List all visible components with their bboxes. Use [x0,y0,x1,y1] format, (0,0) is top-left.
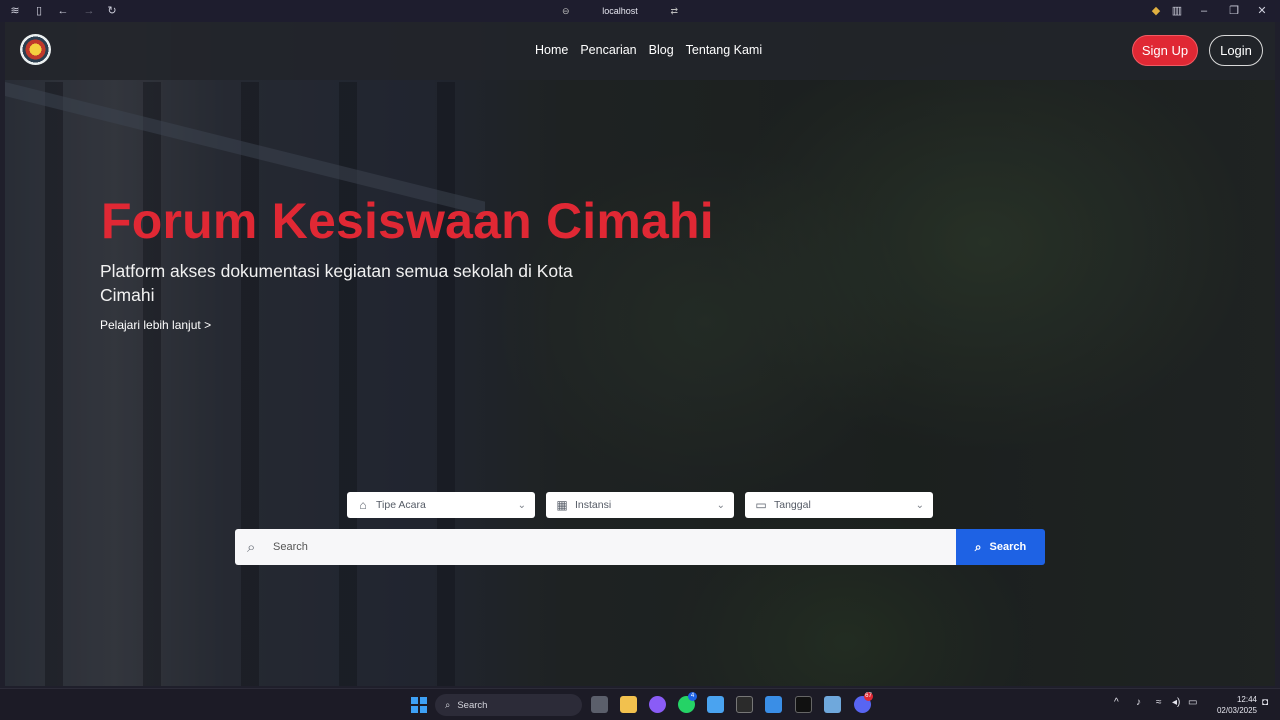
microphone-icon[interactable]: ♪ [1136,697,1141,708]
navbar: Home Pencarian Blog Tentang Kami Sign Up… [5,22,1275,80]
maximize-icon[interactable]: ❐ [1228,5,1240,17]
back-icon[interactable]: ← [57,5,69,17]
nav-link-home[interactable]: Home [535,43,568,57]
address-bar[interactable]: ⊖ localhost ⇄ [562,4,678,18]
file-explorer-icon[interactable] [620,696,637,713]
split-view-icon[interactable]: ▥ [1171,5,1183,17]
site-info-icon[interactable]: ⊖ [562,6,570,17]
building-icon: ▦ [556,498,568,512]
tab-swap-icon[interactable]: ⇄ [670,6,678,17]
chevron-down-icon: ⌄ [716,499,725,511]
app-icon[interactable] [795,696,812,713]
search-input[interactable] [273,541,933,553]
taskbar: ⌕ Search 4 67 ^ ♪ ≈ ◂) ▭ 12:44 02/03/202… [0,688,1280,720]
filter-label: Tipe Acara [376,499,426,511]
search-filters: ⌂ Tipe Acara ⌄ ▦ Instansi ⌄ ▭ Tanggal ⌄ [347,492,933,518]
nav-link-tentang-kami[interactable]: Tentang Kami [686,43,762,57]
page-viewport: Home Pencarian Blog Tentang Kami Sign Up… [5,22,1275,686]
taskbar-search-label: Search [457,699,488,711]
taskbar-search[interactable]: ⌕ Search [435,694,582,716]
filter-instansi[interactable]: ▦ Instansi ⌄ [546,492,734,518]
chevron-down-icon: ⌄ [915,499,924,511]
clock-time: 12:44 [1236,695,1257,704]
minimize-icon[interactable]: – [1198,5,1210,17]
close-icon[interactable]: ✕ [1256,5,1268,17]
notepad-icon[interactable] [707,696,724,713]
photos-icon[interactable] [765,696,782,713]
windows-start-icon[interactable] [411,697,427,713]
reload-icon[interactable]: ↻ [106,5,118,17]
app-menu-icon[interactable]: ≋ [9,5,21,17]
task-view-icon[interactable] [591,696,608,713]
snipping-tool-icon[interactable] [824,696,841,713]
site-logo[interactable] [20,34,51,65]
search-icon: ⌕ [445,699,451,711]
filter-label: Instansi [575,499,612,511]
wifi-icon[interactable]: ≈ [1156,697,1162,708]
discord-badge: 67 [864,692,873,701]
search-bar: ⌕ ⌕ Search [235,529,1045,565]
hero-title: Forum Kesiswaan Cimahi [101,193,714,249]
search-button-label: Search [989,541,1027,553]
learn-more-link[interactable]: Pelajari lebih lanjut > [100,318,211,332]
chevron-up-icon[interactable]: ^ [1114,697,1119,708]
volume-icon[interactable]: ◂) [1172,697,1180,708]
chevron-down-icon: ⌄ [517,499,526,511]
tag-icon: ⌂ [359,498,367,512]
terminal-icon[interactable] [736,696,753,713]
filter-tanggal[interactable]: ▭ Tanggal ⌄ [745,492,933,518]
hero-overlay [5,22,1275,686]
filter-label: Tanggal [774,499,811,511]
nav-link-blog[interactable]: Blog [649,43,674,57]
hero-subtitle: Platform akses dokumentasi kegiatan semu… [100,261,573,305]
whatsapp-badge: 4 [688,692,697,701]
nav-links: Home Pencarian Blog Tentang Kami [535,43,762,57]
sidebar-icon[interactable]: ▯ [33,5,45,17]
clock-date: 02/03/2025 [1216,706,1257,715]
filter-tipe-acara[interactable]: ⌂ Tipe Acara ⌄ [347,492,535,518]
taskbar-clock[interactable]: 12:44 02/03/2025 [1205,694,1257,716]
signup-button[interactable]: Sign Up [1132,35,1198,66]
calendar-icon: ▭ [755,498,767,512]
search-icon: ⌕ [247,538,256,556]
battery-icon[interactable]: ▭ [1188,697,1197,708]
extension-icon[interactable]: ◆ [1150,5,1162,17]
nav-link-pencarian[interactable]: Pencarian [580,43,636,57]
notification-icon[interactable]: ◘ [1262,697,1268,708]
url-text: localhost [602,6,638,16]
search-icon: ⌕ [974,539,982,554]
browser-app-icon[interactable] [649,696,666,713]
browser-title-bar: ≋ ▯ ← → ↻ ⊖ localhost ⇄ ◆ ▥ – ❐ ✕ [0,0,1280,22]
login-button[interactable]: Login [1209,35,1263,66]
search-input-wrap: ⌕ [235,529,956,565]
forward-icon[interactable]: → [83,5,95,17]
search-button[interactable]: ⌕ Search [956,529,1045,565]
